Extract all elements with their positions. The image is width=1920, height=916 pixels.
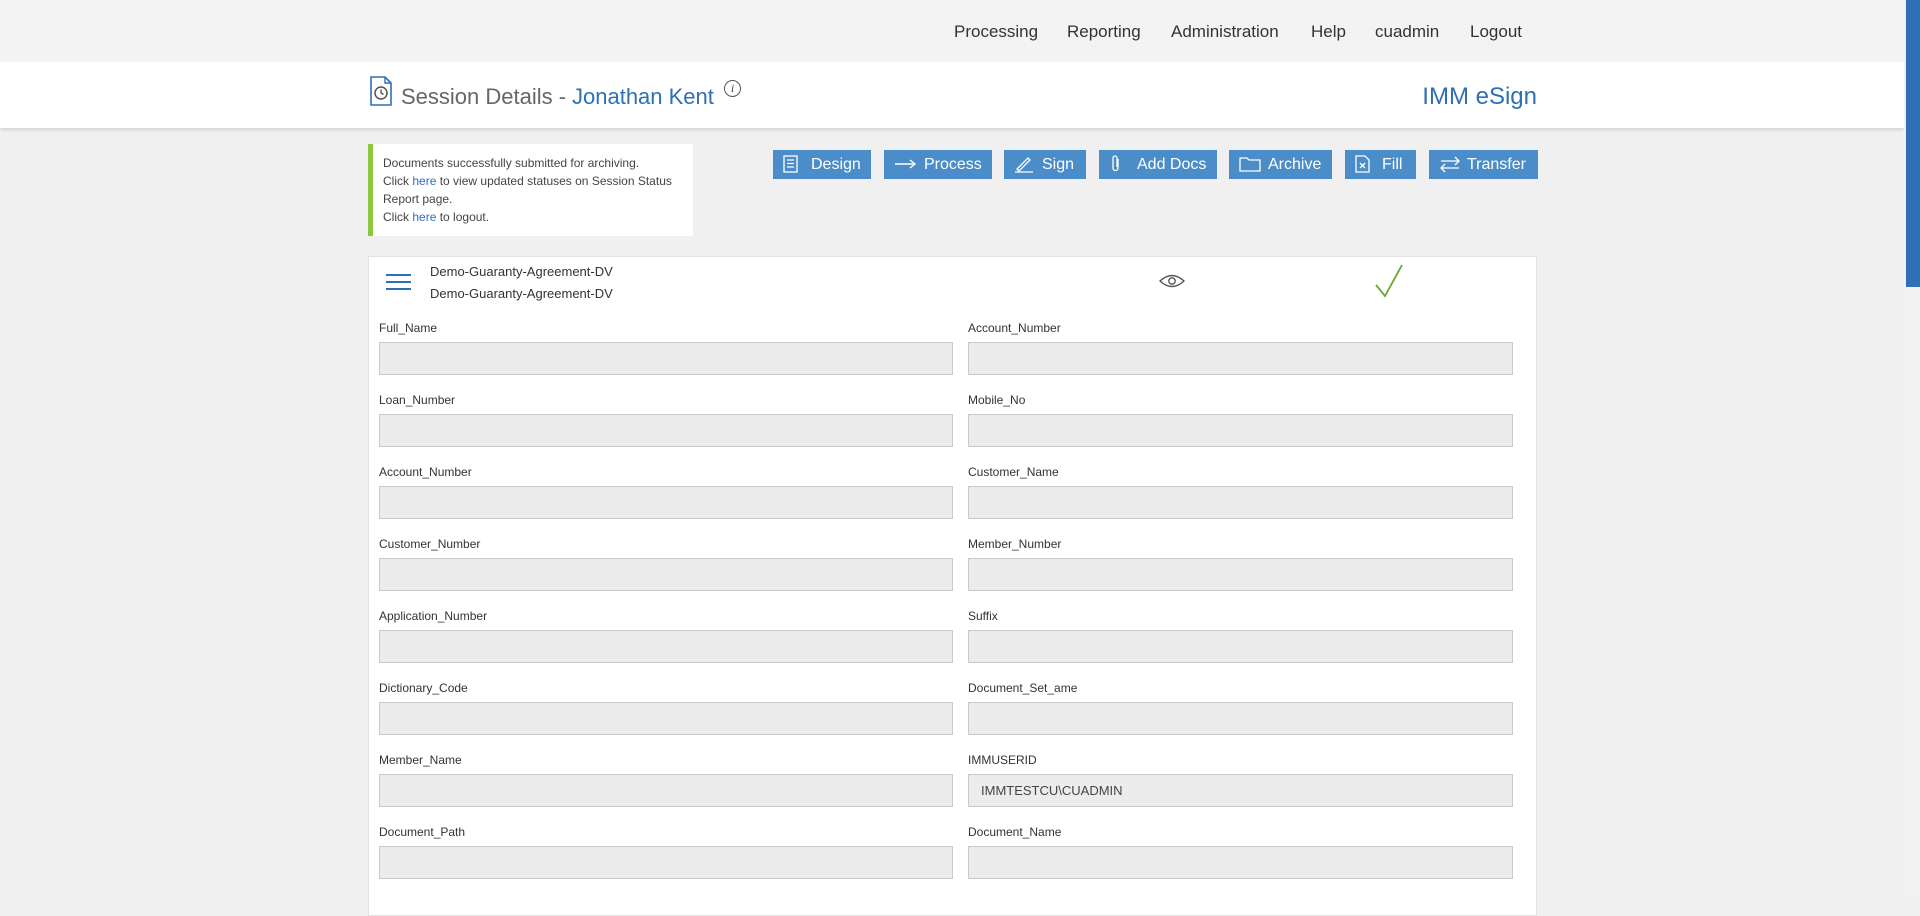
field-label-suffix: Suffix xyxy=(968,609,998,623)
field-label-account-number: Account_Number xyxy=(379,465,472,479)
document-subname: Demo-Guaranty-Agreement-DV xyxy=(430,286,613,301)
dictionary-code-input[interactable] xyxy=(379,702,953,735)
eye-icon[interactable] xyxy=(1159,273,1185,289)
nav-help[interactable]: Help xyxy=(1311,22,1346,42)
suffix-input[interactable] xyxy=(968,630,1513,663)
process-button[interactable]: Process xyxy=(884,150,992,179)
design-label: Design xyxy=(811,156,861,173)
info-icon[interactable]: i xyxy=(724,80,741,97)
document-name: Demo-Guaranty-Agreement-DV xyxy=(430,264,613,279)
loan-number-input[interactable] xyxy=(379,414,953,447)
add-docs-button[interactable]: Add Docs xyxy=(1099,150,1217,179)
field-label-member-name: Member_Name xyxy=(379,753,462,767)
logout-link[interactable]: here xyxy=(412,210,436,224)
field-label-immuserid: IMMUSERID xyxy=(968,753,1037,767)
document-set-name-input[interactable] xyxy=(968,702,1513,735)
field-label-customer-number: Customer_Number xyxy=(379,537,481,551)
add-docs-label: Add Docs xyxy=(1137,156,1207,173)
member-number-input[interactable] xyxy=(968,558,1513,591)
history-document-icon xyxy=(370,76,392,106)
field-label-document-path: Document_Path xyxy=(379,825,466,839)
menu-icon[interactable] xyxy=(386,274,411,292)
full-name-input[interactable] xyxy=(379,342,953,375)
fill-button[interactable]: Fill xyxy=(1345,150,1416,179)
customer-number-input[interactable] xyxy=(379,558,953,591)
customer-name-input[interactable] xyxy=(968,486,1513,519)
sign-button[interactable]: Sign xyxy=(1004,150,1086,179)
nav-user[interactable]: cuadmin xyxy=(1375,22,1439,42)
design-icon xyxy=(783,155,798,173)
field-label-dictionary-code: Dictionary_Code xyxy=(379,681,468,695)
arrow-right-icon xyxy=(895,159,917,169)
notice-line-1: Documents successfully submitted for arc… xyxy=(383,156,640,170)
session-user-name[interactable]: Jonathan Kent xyxy=(572,84,714,110)
vertical-scrollbar[interactable] xyxy=(1904,0,1920,901)
field-label-full-name: Full_Name xyxy=(379,321,438,335)
pen-icon xyxy=(1015,157,1033,173)
process-label: Process xyxy=(924,156,982,173)
page-title: Session Details - xyxy=(401,84,567,109)
fill-form-icon xyxy=(1355,155,1370,173)
brand-logo-text: IMM eSign xyxy=(1422,83,1537,110)
design-button[interactable]: Design xyxy=(773,150,871,179)
notice-line-2: Click here to view updated statuses on S… xyxy=(383,174,672,206)
success-notice: Documents successfully submitted for arc… xyxy=(368,144,693,236)
status-report-link[interactable]: here xyxy=(412,174,436,188)
notice-line-3: Click here to logout. xyxy=(383,210,490,224)
fill-label: Fill xyxy=(1382,156,1403,173)
field-label-member-number: Member_Number xyxy=(968,537,1062,551)
checkmark-icon xyxy=(1375,264,1403,298)
page-header: Session Details - Jonathan Kent i IMM eS… xyxy=(0,62,1904,128)
mobile-no-input[interactable] xyxy=(968,414,1513,447)
field-label-customer-name: Customer_Name xyxy=(968,465,1059,479)
nav-administration[interactable]: Administration xyxy=(1171,22,1279,42)
nav-logout[interactable]: Logout xyxy=(1470,22,1522,42)
document-path-input[interactable] xyxy=(379,846,953,879)
transfer-label: Transfer xyxy=(1467,156,1526,173)
document-panel: Demo-Guaranty-Agreement-DV Demo-Guaranty… xyxy=(368,256,1537,916)
account-number-input-2[interactable] xyxy=(968,342,1513,375)
field-label-mobile-no: Mobile_No xyxy=(968,393,1026,407)
scrollbar-thumb[interactable] xyxy=(1906,0,1920,287)
member-name-input[interactable] xyxy=(379,774,953,807)
archive-button[interactable]: Archive xyxy=(1229,150,1332,179)
transfer-arrows-icon xyxy=(1440,156,1460,173)
transfer-button[interactable]: Transfer xyxy=(1429,150,1538,179)
nav-reporting[interactable]: Reporting xyxy=(1067,22,1141,42)
top-navigation: Processing Reporting Administration Help… xyxy=(0,0,1904,62)
field-label-account-number-2: Account_Number xyxy=(968,321,1061,335)
document-name-input[interactable] xyxy=(968,846,1513,879)
field-label-document-set-name: Document_Set_ame xyxy=(968,681,1078,695)
field-label-document-name: Document_Name xyxy=(968,825,1062,839)
immuserid-input[interactable] xyxy=(968,774,1513,807)
nav-processing[interactable]: Processing xyxy=(954,22,1038,42)
archive-label: Archive xyxy=(1268,156,1322,173)
field-label-application-number: Application_Number xyxy=(379,609,488,623)
field-label-loan-number: Loan_Number xyxy=(379,393,456,407)
account-number-input[interactable] xyxy=(379,486,953,519)
sign-label: Sign xyxy=(1042,156,1075,173)
application-number-input[interactable] xyxy=(379,630,953,663)
folder-icon xyxy=(1239,157,1261,172)
paperclip-icon xyxy=(1112,155,1119,172)
